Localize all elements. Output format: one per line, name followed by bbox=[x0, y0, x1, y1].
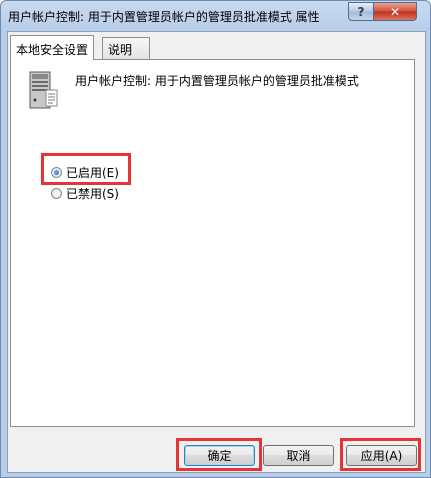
radio-disabled-label: 已禁用(S) bbox=[66, 187, 119, 201]
title-bar[interactable]: 用户帐户控制: 用于内置管理员帐户的管理员批准模式 属性 ? ✕ bbox=[1, 1, 430, 31]
radio-enabled-indicator[interactable] bbox=[51, 167, 62, 178]
radio-disabled-indicator[interactable] bbox=[51, 188, 62, 199]
server-policy-icon bbox=[29, 71, 58, 109]
help-button[interactable]: ? bbox=[348, 2, 374, 21]
radio-enabled[interactable]: 已启用(E) bbox=[51, 164, 119, 181]
apply-button[interactable]: 应用(A) bbox=[346, 445, 417, 466]
ok-button[interactable]: 确定 bbox=[184, 445, 255, 466]
radio-disabled[interactable]: 已禁用(S) bbox=[51, 185, 119, 202]
policy-name: 用户帐户控制: 用于内置管理员帐户的管理员批准模式 bbox=[75, 74, 359, 88]
window-title: 用户帐户控制: 用于内置管理员帐户的管理员批准模式 属性 bbox=[8, 10, 320, 24]
dialog-client-area: 本地安全设置 说明 用户帐户控制: 用于内置管理员帐户的管理员批准模式 已启用(… bbox=[7, 31, 426, 473]
radio-enabled-label: 已启用(E) bbox=[66, 166, 119, 180]
close-button[interactable]: ✕ bbox=[373, 2, 417, 21]
tab-local-security-setting[interactable]: 本地安全设置 bbox=[10, 35, 95, 60]
tab-panel: 用户帐户控制: 用于内置管理员帐户的管理员批准模式 已启用(E) 已禁用(S) bbox=[10, 59, 415, 427]
tab-explain[interactable]: 说明 bbox=[102, 37, 150, 59]
properties-dialog: 用户帐户控制: 用于内置管理员帐户的管理员批准模式 属性 ? ✕ 本地安全设置 … bbox=[0, 0, 431, 478]
cancel-button[interactable]: 取消 bbox=[263, 445, 334, 466]
